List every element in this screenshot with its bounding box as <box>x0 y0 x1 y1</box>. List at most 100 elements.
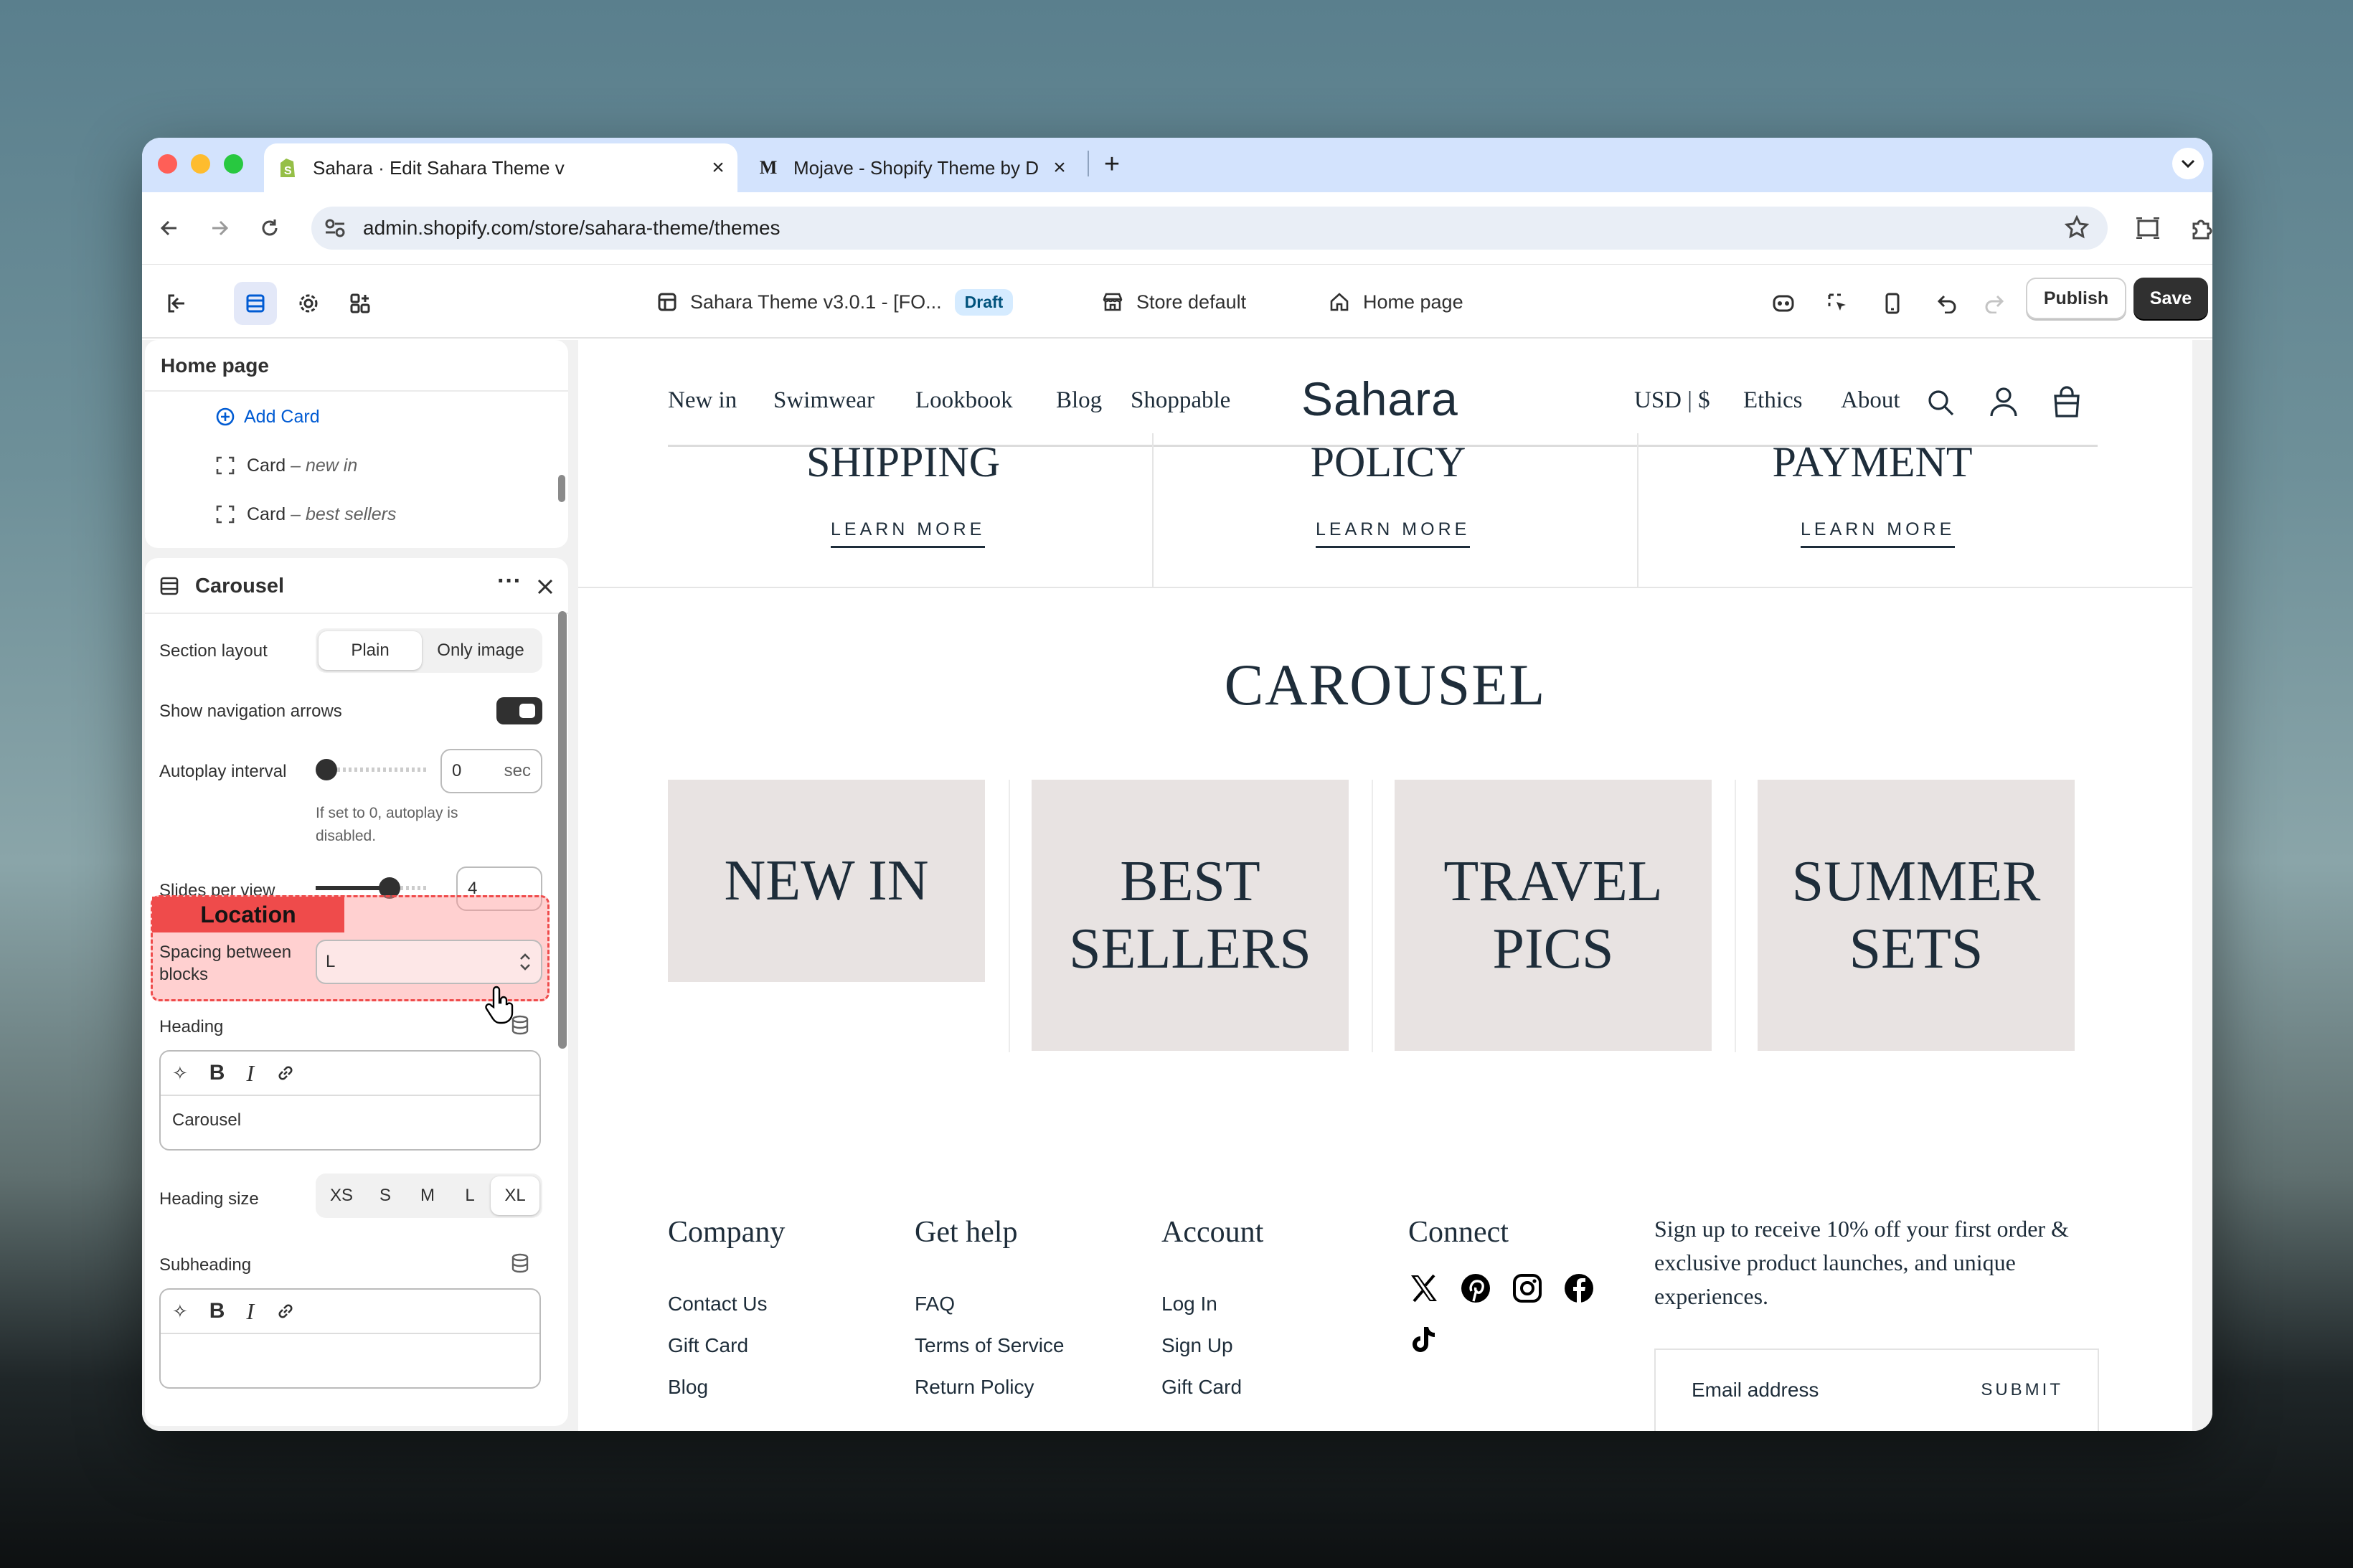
cart-bag-icon[interactable] <box>2052 386 2082 421</box>
extensions-puzzle-icon[interactable] <box>2181 208 2212 248</box>
nav-link-lookbook[interactable]: Lookbook <box>915 387 1013 414</box>
theme-settings-gear-icon[interactable] <box>287 282 330 325</box>
dynamic-source-icon[interactable] <box>509 1014 531 1039</box>
bold-icon[interactable]: B <box>209 1061 225 1085</box>
page-selector[interactable]: Home page <box>1329 285 1463 319</box>
tree-scrollbar[interactable] <box>558 475 565 502</box>
redo-icon[interactable] <box>1973 282 2016 325</box>
layout-option-only-image[interactable]: Only image <box>422 631 539 670</box>
mobile-preview-icon[interactable] <box>1871 282 1914 325</box>
exit-editor-icon[interactable] <box>155 282 198 325</box>
minimize-window-button[interactable] <box>191 154 210 174</box>
maximize-window-button[interactable] <box>224 154 243 174</box>
ai-sparkle-icon[interactable]: ✧ <box>172 1062 188 1085</box>
heading-size-xl[interactable]: XL <box>491 1176 539 1215</box>
layout-option-plain[interactable]: Plain <box>319 631 422 670</box>
learn-more-link[interactable]: LEARN MORE <box>1801 519 1956 548</box>
tab-sahara[interactable]: S Sahara · Edit Sahara Theme v × <box>264 143 737 192</box>
footer-link-log-in[interactable]: Log In <box>1161 1293 1217 1316</box>
heading-size-l[interactable]: L <box>449 1176 491 1215</box>
ai-sparkle-icon[interactable]: ✧ <box>172 1300 188 1323</box>
cast-screen-icon[interactable] <box>2128 208 2168 248</box>
carousel-card-travel-pics[interactable]: TRAVEL PICS <box>1395 780 1712 1051</box>
heading-size-m[interactable]: M <box>406 1176 449 1215</box>
carousel-card-best-sellers[interactable]: BEST SELLERS <box>1032 780 1349 1051</box>
settings-scrollbar[interactable] <box>558 611 567 1049</box>
store-logo[interactable]: Sahara <box>1301 372 1458 426</box>
footer-link-faq[interactable]: FAQ <box>915 1293 955 1316</box>
site-settings-icon[interactable] <box>324 219 350 237</box>
dynamic-source-icon[interactable] <box>509 1252 531 1277</box>
tree-item-card-best-sellers[interactable]: Card – best sellers <box>215 496 396 532</box>
pinterest-icon[interactable] <box>1460 1272 1494 1307</box>
more-actions-icon[interactable]: ··· <box>495 569 524 600</box>
tiktok-icon[interactable] <box>1408 1324 1443 1359</box>
nav-link-swimwear[interactable]: Swimwear <box>773 387 874 414</box>
link-icon[interactable] <box>275 1063 296 1083</box>
inspector-select-icon[interactable] <box>1816 282 1859 325</box>
save-button[interactable]: Save <box>2133 278 2208 319</box>
policy-title-payment: PAYMENT <box>1772 438 1973 486</box>
footer-link-contact-us[interactable]: Contact Us <box>668 1293 768 1316</box>
close-icon[interactable] <box>532 574 558 600</box>
footer-link-return-policy[interactable]: Return Policy <box>915 1376 1034 1399</box>
close-icon[interactable]: × <box>707 156 729 180</box>
facebook-icon[interactable] <box>1563 1272 1598 1307</box>
heading-size-s[interactable]: S <box>364 1176 406 1215</box>
slides-slider-fill[interactable] <box>316 886 389 890</box>
autoplay-input[interactable]: 0 sec <box>440 749 542 793</box>
bookmark-star-icon[interactable] <box>2064 214 2090 245</box>
spacing-select[interactable]: L <box>316 940 542 984</box>
bold-icon[interactable]: B <box>209 1299 225 1323</box>
sidekick-icon[interactable] <box>1762 282 1805 325</box>
nav-link-shoppable[interactable]: Shoppable <box>1131 387 1230 414</box>
store-selector[interactable]: Store default <box>1102 285 1246 319</box>
heading-editor[interactable]: ✧ B I Carousel <box>159 1050 541 1151</box>
spacing-value: L <box>326 952 336 971</box>
footer-link-terms[interactable]: Terms of Service <box>915 1334 1065 1357</box>
undo-icon[interactable] <box>1925 282 1968 325</box>
italic-icon[interactable]: I <box>246 1298 254 1325</box>
footer-link-sign-up[interactable]: Sign Up <box>1161 1334 1233 1357</box>
app-embeds-icon[interactable] <box>339 282 382 325</box>
tree-item-card-new-in[interactable]: Card – new in <box>215 448 357 483</box>
close-window-button[interactable] <box>158 154 177 174</box>
show-arrows-toggle[interactable] <box>496 697 542 724</box>
account-icon[interactable] <box>1989 386 2019 421</box>
submit-button[interactable]: SUBMIT <box>1981 1380 2063 1400</box>
add-card-button[interactable]: Add Card <box>215 399 320 435</box>
tab-search-chevron-icon[interactable] <box>2172 148 2204 179</box>
nav-link-ethics[interactable]: Ethics <box>1743 387 1802 414</box>
nav-link-blog[interactable]: Blog <box>1056 387 1102 414</box>
new-tab-icon[interactable]: + <box>1096 149 1128 181</box>
carousel-card-new-in[interactable]: NEW IN <box>668 780 985 982</box>
theme-selector[interactable]: Sahara Theme v3.0.1 - [FO... Draft <box>657 285 1014 319</box>
email-input[interactable]: Email address <box>1692 1379 1819 1402</box>
publish-button[interactable]: Publish <box>2026 278 2126 319</box>
heading-size-xs[interactable]: XS <box>319 1176 364 1215</box>
nav-link-new-in[interactable]: New in <box>668 387 737 414</box>
search-icon[interactable] <box>1925 387 1956 421</box>
close-icon[interactable]: × <box>1049 156 1070 180</box>
currency-selector[interactable]: USD | $ <box>1634 387 1710 414</box>
italic-icon[interactable]: I <box>246 1060 254 1087</box>
carousel-card-summer-sets[interactable]: SUMMER SETS <box>1758 780 2075 1051</box>
instagram-icon[interactable] <box>1512 1272 1546 1307</box>
tab-mojave[interactable]: M Mojave - Shopify Theme by D × <box>745 143 1079 192</box>
sections-icon[interactable] <box>234 282 277 325</box>
reload-icon[interactable] <box>250 208 290 248</box>
learn-more-link[interactable]: LEARN MORE <box>1316 519 1471 548</box>
footer-link-gift-card[interactable]: Gift Card <box>1161 1376 1242 1399</box>
store-icon <box>1102 292 1123 312</box>
learn-more-link[interactable]: LEARN MORE <box>831 519 986 548</box>
link-icon[interactable] <box>275 1301 296 1321</box>
footer-link-gift-card[interactable]: Gift Card <box>668 1334 748 1357</box>
nav-link-about[interactable]: About <box>1841 387 1900 414</box>
forward-arrow-icon[interactable] <box>199 208 240 248</box>
footer-link-blog[interactable]: Blog <box>668 1376 708 1399</box>
x-twitter-icon[interactable] <box>1408 1272 1443 1307</box>
subheading-editor[interactable]: ✧ B I <box>159 1288 541 1389</box>
back-arrow-icon[interactable] <box>149 208 189 248</box>
autoplay-slider-thumb[interactable] <box>316 759 337 780</box>
address-bar[interactable]: admin.shopify.com/store/sahara-theme/the… <box>311 207 2108 250</box>
